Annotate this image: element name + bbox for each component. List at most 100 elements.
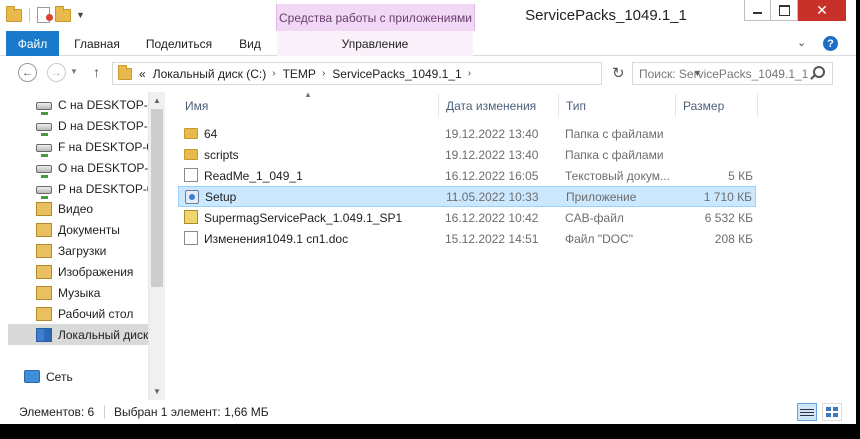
column-header-date[interactable]: Дата изменения [439,94,559,117]
nav-item-documents[interactable]: Документы [8,219,148,240]
nav-item-drive-o[interactable]: O на DESKTOP-0 [8,157,148,178]
file-date: 19.12.2022 13:40 [445,126,539,141]
nav-item-local-disk[interactable]: Локальный диск [8,324,150,345]
up-button[interactable]: ↑ [93,64,100,80]
chevron-right-icon[interactable]: › [322,68,325,79]
column-header-size[interactable]: Размер [676,94,758,117]
nav-item-drive-p[interactable]: P на DESKTOP-0 [8,178,148,199]
network-icon [24,370,40,383]
nav-item-label: F на DESKTOP-00 [58,139,148,154]
file-row[interactable]: scripts 19.12.2022 13:40 Папка с файлами [178,144,756,165]
nav-item-label: O на DESKTOP-0 [58,160,148,175]
quick-access-toolbar: ▼ [6,5,85,23]
item-count: Элементов: 6 [19,405,95,419]
close-button[interactable]: ✕ [798,0,846,21]
properties-icon[interactable] [37,7,53,23]
file-name: Изменения1049.1 сп1.doc [204,231,349,246]
ribbon-expand-icon[interactable]: ⌄ [797,36,806,49]
details-view-icon[interactable] [797,403,817,421]
tab-manage[interactable]: Управление [277,31,473,56]
library-icon [36,306,52,321]
file-row[interactable]: SupermagServicePack_1.049.1_SP1 16.12.20… [178,207,756,228]
network-drive-icon [36,164,52,178]
file-type: Приложение [566,189,637,204]
network-drive-icon [36,101,52,115]
nav-item-network[interactable]: Сеть [8,366,148,387]
nav-item-label: D на DESKTOP-0 [58,118,148,133]
nav-item-label: P на DESKTOP-0 [58,181,148,196]
new-folder-icon[interactable] [55,5,71,22]
navigation-pane: C на DESKTOP-0 D на DESKTOP-0 F на DESKT… [0,92,165,400]
breadcrumb-overflow[interactable]: « [139,67,146,81]
search-icon[interactable] [813,66,825,78]
file-size: 6 532 КБ [704,210,753,225]
title-bar: ▼ Средства работы с приложениями Service… [0,0,856,31]
tab-file[interactable]: Файл [6,31,59,56]
folder-icon[interactable] [6,5,22,22]
help-icon[interactable]: ? [823,36,838,51]
file-date: 16.12.2022 10:42 [445,210,539,225]
tab-view[interactable]: Вид [225,31,275,56]
scrollbar-thumb[interactable] [151,109,163,287]
nav-item-label: Загрузки [58,243,107,258]
file-row[interactable]: Изменения1049.1 сп1.doc 15.12.2022 14:51… [178,228,756,249]
file-row[interactable]: ReadMe_1_049_1 16.12.2022 16:05 Текстовы… [178,165,756,186]
maximize-button[interactable] [771,0,798,21]
large-icons-view-icon[interactable] [822,403,842,421]
file-name: scripts [204,147,239,162]
nav-item-videos[interactable]: Видео [8,198,148,219]
file-type: CAB-файл [565,210,624,225]
chevron-down-icon[interactable]: ▼ [76,10,85,20]
file-date: 15.12.2022 14:51 [445,231,539,246]
nav-item-label: Музыка [58,285,101,300]
screen-edge-bottom [0,424,860,439]
back-button[interactable]: ← [18,63,37,82]
explorer-window: ▼ Средства работы с приложениями Service… [0,0,856,439]
file-list: ▲ Имя Дата изменения Тип Размер 64 19.12… [165,90,856,400]
search-placeholder: Поиск: ServicePacks_1049.1_1 [639,66,809,81]
library-icon [36,243,52,258]
nav-item-downloads[interactable]: Загрузки [8,240,148,261]
nav-item-drive-f[interactable]: F на DESKTOP-00 [8,136,148,157]
nav-item-label: Рабочий стол [58,306,134,321]
minimize-button[interactable] [744,0,771,21]
scroll-up-icon[interactable]: ▲ [149,92,165,109]
breadcrumb-local-disk[interactable]: Локальный диск (C:) [153,67,267,81]
nav-item-drive-d[interactable]: D на DESKTOP-0 [8,115,148,136]
nav-item-pictures[interactable]: Изображения [8,261,148,282]
address-bar[interactable]: « Локальный диск (C:) › TEMP › ServicePa… [112,62,702,85]
chevron-right-icon[interactable]: › [272,68,275,79]
folder-icon [184,128,198,139]
search-input[interactable]: Поиск: ServicePacks_1049.1_1 [632,62,833,85]
file-date: 16.12.2022 16:05 [445,168,539,183]
breadcrumb-temp[interactable]: TEMP [283,67,316,81]
chevron-right-icon[interactable]: › [468,68,471,79]
qat-separator [29,8,30,22]
nav-item-label: Изображения [58,264,134,279]
tab-share[interactable]: Поделиться [135,31,223,56]
nav-item-desktop[interactable]: Рабочий стол [8,303,148,324]
file-row-selected[interactable]: Setup 11.05.2022 10:33 Приложение 1 710 … [178,186,756,207]
breadcrumb-current-folder[interactable]: ServicePacks_1049.1_1 [332,67,461,81]
file-size: 1 710 КБ [703,189,752,204]
file-type: Папка с файлами [565,147,664,162]
file-date: 19.12.2022 13:40 [445,147,539,162]
file-type: Текстовый докум... [565,168,670,183]
text-file-icon [184,168,198,182]
network-drive-icon [36,122,52,136]
file-row[interactable]: 64 19.12.2022 13:40 Папка с файлами [178,123,756,144]
forward-button[interactable]: → [47,63,66,82]
address-bar-row: ← → ▼ ↑ « Локальный диск (C:) › TEMP › S… [0,56,856,92]
nav-item-music[interactable]: Музыка [8,282,148,303]
nav-item-drive-c[interactable]: C на DESKTOP-0 [8,94,148,115]
refresh-icon[interactable]: ↻ [612,64,625,82]
tab-home[interactable]: Главная [61,31,133,56]
scroll-down-icon[interactable]: ▼ [149,383,165,400]
column-header-name[interactable]: Имя [178,94,439,117]
ribbon-tabs: Файл Главная Поделиться Вид Управление ⌄… [0,31,856,56]
file-name: Setup [205,189,237,204]
screen-edge [856,0,860,439]
nav-pane-scrollbar[interactable]: ▲ ▼ [148,92,165,400]
column-header-type[interactable]: Тип [559,94,676,117]
recent-locations-icon[interactable]: ▼ [70,67,78,76]
